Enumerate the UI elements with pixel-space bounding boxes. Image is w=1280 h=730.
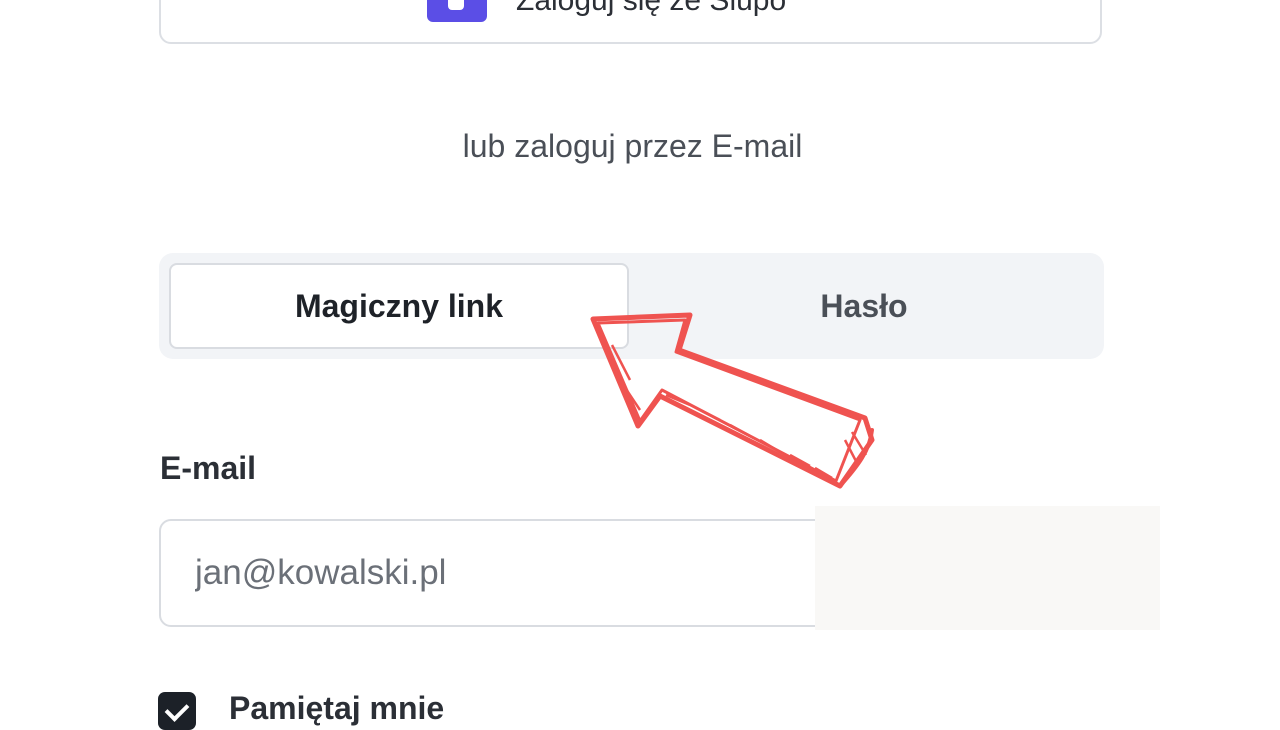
remember-me-checkbox[interactable] [158, 692, 196, 730]
email-field-label: E-mail [160, 450, 257, 486]
login-method-tabs: Magiczny link Hasło [159, 253, 1104, 359]
sso-login-label: Zaloguj się ze Slupo [516, 0, 787, 17]
tab-magic-link[interactable]: Magiczny link [169, 263, 629, 349]
tab-password[interactable]: Hasło [634, 263, 1094, 349]
sso-login-button[interactable]: Zaloguj się ze Slupo [159, 0, 1102, 44]
remember-me-label: Pamiętaj mnie [229, 690, 445, 726]
brand-logo-icon [427, 0, 487, 22]
login-divider-text: lub zaloguj przez E-mail [462, 128, 803, 164]
overlay-patch [815, 506, 1160, 630]
